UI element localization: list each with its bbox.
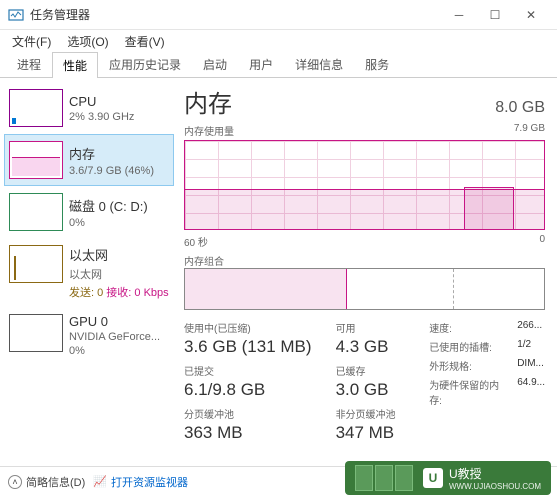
watermark-logo-icon: U <box>423 468 443 488</box>
watermark-brand: U教授 <box>449 467 482 481</box>
menu-file[interactable]: 文件(F) <box>6 31 57 52</box>
sidebar-item-pct: 0% <box>69 345 160 357</box>
stat-paged: 分页缓冲池 363 MB <box>184 406 312 443</box>
menu-view[interactable]: 查看(V) <box>119 31 171 52</box>
sidebar-item-label: 以太网 <box>69 245 169 264</box>
tab-performance[interactable]: 性能 <box>52 52 98 78</box>
stat-in-use: 使用中(已压缩) 3.6 GB (131 MB) <box>184 320 312 357</box>
watermark-url: WWW.UJIAOSHOU.COM <box>449 482 541 491</box>
tab-details[interactable]: 详细信息 <box>284 51 354 77</box>
minimize-button[interactable]: ─ <box>441 1 477 29</box>
sidebar-item-sub: NVIDIA GeForce... <box>69 331 160 343</box>
sidebar-item-label: 磁盘 0 (C: D:) <box>69 196 148 215</box>
tab-services[interactable]: 服务 <box>354 51 400 77</box>
chart1-max: 7.9 GB <box>514 123 545 138</box>
close-button[interactable]: ✕ <box>513 1 549 29</box>
disk-thumb-icon <box>9 193 63 231</box>
stats-grid: 使用中(已压缩) 3.6 GB (131 MB) 可用 4.3 GB 已提交 6… <box>184 320 396 443</box>
chart1-label: 内存使用量 <box>184 123 234 138</box>
sidebar-item-sub: 2% 3.90 GHz <box>69 111 134 123</box>
tab-app-history[interactable]: 应用历史记录 <box>98 51 192 77</box>
memory-composition-chart <box>184 268 545 310</box>
gpu-thumb-icon <box>9 314 63 352</box>
stat-committed: 已提交 6.1/9.8 GB <box>184 363 312 400</box>
sidebar-item-label: GPU 0 <box>69 314 160 329</box>
stat-nonpaged: 非分页缓冲池 347 MB <box>336 406 396 443</box>
memory-thumb-icon <box>9 141 63 179</box>
page-title: 内存 <box>184 84 232 119</box>
ethernet-thumb-icon <box>9 245 63 283</box>
maximize-button[interactable]: ☐ <box>477 1 513 29</box>
sidebar-item-ethernet[interactable]: 以太网 以太网 发送: 0 接收: 0 Kbps <box>4 238 174 307</box>
sidebar-item-disk[interactable]: 磁盘 0 (C: D:) 0% <box>4 186 174 238</box>
sidebar-item-cpu[interactable]: CPU 2% 3.90 GHz <box>4 82 174 134</box>
titlebar: 任务管理器 ─ ☐ ✕ <box>0 0 557 30</box>
stat-cached: 已缓存 3.0 GB <box>336 363 396 400</box>
chevron-up-icon: ˄ <box>8 475 22 489</box>
tab-users[interactable]: 用户 <box>238 51 284 77</box>
fewer-details-button[interactable]: ˄ 简略信息(D) <box>8 474 85 490</box>
sidebar: CPU 2% 3.90 GHz 内存 3.6/7.9 GB (46%) 磁盘 0… <box>0 78 178 466</box>
sidebar-item-label: 内存 <box>69 144 154 163</box>
sidebar-item-sub: 3.6/7.9 GB (46%) <box>69 165 154 177</box>
stats-hardware: 速度:266... 已使用的插槽:1/2 外形规格:DIM... 为硬件保留的内… <box>429 320 545 443</box>
memory-usage-chart <box>184 140 545 230</box>
sidebar-item-memory[interactable]: 内存 3.6/7.9 GB (46%) <box>4 134 174 186</box>
chart2-label: 内存组合 <box>184 253 224 268</box>
stat-available: 可用 4.3 GB <box>336 320 396 357</box>
tab-processes[interactable]: 进程 <box>6 51 52 77</box>
tab-startup[interactable]: 启动 <box>192 51 238 77</box>
app-icon <box>8 7 24 23</box>
menubar: 文件(F) 选项(O) 查看(V) <box>0 30 557 52</box>
cpu-thumb-icon <box>9 89 63 127</box>
menu-options[interactable]: 选项(O) <box>61 31 114 52</box>
main-panel: 内存 8.0 GB 内存使用量 7.9 GB 60 秒 0 内存组合 使用中(已… <box>178 78 557 466</box>
sidebar-item-label: CPU <box>69 94 134 109</box>
sidebar-item-net: 发送: 0 接收: 0 Kbps <box>69 284 169 300</box>
sidebar-item-sub: 以太网 <box>69 266 169 282</box>
sidebar-item-gpu[interactable]: GPU 0 NVIDIA GeForce... 0% <box>4 307 174 364</box>
chart1-xstart: 60 秒 <box>184 234 208 249</box>
window-title: 任务管理器 <box>30 6 441 23</box>
monitor-icon: 📈 <box>93 475 107 488</box>
chart1-xend: 0 <box>539 234 545 249</box>
memory-total: 8.0 GB <box>495 99 545 117</box>
tabs: 进程 性能 应用历史记录 启动 用户 详细信息 服务 <box>0 52 557 78</box>
sidebar-item-sub: 0% <box>69 217 148 229</box>
open-resource-monitor-link[interactable]: 📈 打开资源监视器 <box>93 474 188 490</box>
watermark: U U教授 WWW.UJIAOSHOU.COM <box>345 461 551 495</box>
